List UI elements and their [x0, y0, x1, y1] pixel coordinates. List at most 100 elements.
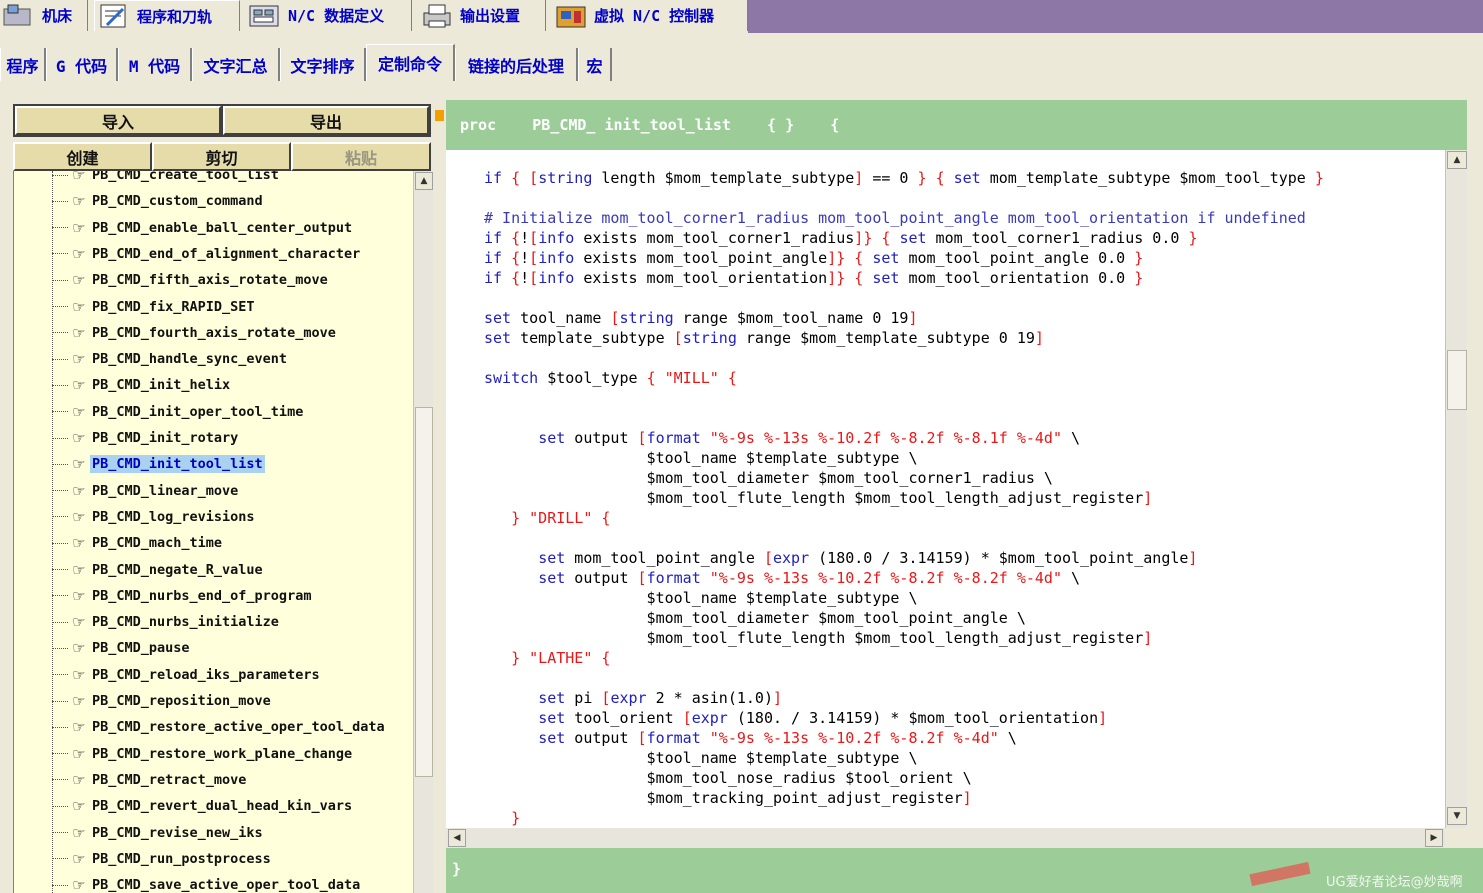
tree-item[interactable]: ☞ PB_CMD_init_helix [52, 373, 232, 397]
tree-item[interactable]: ☞ PB_CMD_pause [52, 636, 192, 660]
toolbar-filler [748, 0, 1483, 33]
tab-g-code-text: G 代码 [55, 56, 108, 76]
editor-scroll-left-button[interactable]: ◀ [448, 829, 466, 847]
tree-item[interactable]: ☞ PB_CMD_enable_ball_center_output [52, 216, 354, 240]
tab-custom-command[interactable]: 定制命令 [366, 44, 455, 81]
modified-marker [435, 110, 444, 121]
tab-g-code[interactable]: G 代码 [46, 48, 118, 81]
tree-item[interactable]: ☞ PB_CMD_nurbs_end_of_program [52, 584, 313, 608]
pointing-hand-icon: ☞ [72, 849, 86, 868]
tab-word-sequence[interactable]: 文字排序 [280, 48, 366, 81]
tab-machine[interactable]: 机床 [0, 0, 88, 31]
tree-scrollbar[interactable]: ▲ [413, 171, 433, 893]
tree-item-label: PB_CMD_negate_R_value [92, 561, 263, 578]
tree-item[interactable]: ☞ PB_CMD_reposition_move [52, 689, 273, 713]
proc-header-text: proc PB_CMD_ init_tool_list { } { [460, 116, 840, 134]
pointing-hand-icon: ☞ [72, 376, 86, 395]
custom-command-tree: ☞ PB_CMD_create_tool_list ☞ PB_CMD_custom_c… [13, 171, 414, 893]
code-text[interactable]: if { [string length $mom_template_subtyp… [484, 168, 1324, 828]
tab-word-summary[interactable]: 文字汇总 [192, 48, 280, 81]
tree-branch-line [52, 779, 68, 781]
tree-item-label: PB_CMD_revise_new_iks [92, 824, 263, 841]
tree-item-label: PB_CMD_retract_move [92, 771, 247, 788]
tree-item[interactable]: ☞ PB_CMD_run_postprocess [52, 847, 273, 871]
tree-item[interactable]: ☞ PB_CMD_fix_RAPID_SET [52, 295, 257, 319]
tab-nc-data[interactable]: N/C 数据定义 [246, 0, 412, 31]
tree-item-label: PB_CMD_pause [92, 640, 190, 657]
tree-item[interactable]: ☞ PB_CMD_create_tool_list [52, 171, 281, 187]
tab-nc-data-label: N/C 数据定义 [288, 7, 385, 25]
export-label: 导出 [309, 112, 342, 132]
tree-branch-line [52, 595, 68, 597]
tree-item[interactable]: ☞ PB_CMD_restore_active_oper_tool_data [52, 715, 387, 739]
tree-item[interactable]: ☞ PB_CMD_restore_work_plane_change [52, 742, 354, 766]
tree-branch-line [52, 805, 68, 807]
tree-branch-line [52, 832, 68, 833]
pointing-hand-icon: ☞ [72, 613, 86, 632]
tab-linked-posts[interactable]: 链接的后处理 [455, 48, 578, 81]
pointing-hand-icon: ☞ [72, 797, 86, 816]
tree-item[interactable]: ☞ PB_CMD_mach_time [52, 531, 224, 555]
tab-program-toolpath[interactable]: 程序和刀轨 [94, 0, 240, 31]
create-button[interactable]: 创建 [13, 142, 152, 171]
program-icon [97, 3, 131, 29]
tab-machine-label: 机床 [42, 7, 73, 25]
tree-item[interactable]: ☞ PB_CMD_fourth_axis_rotate_move [52, 321, 338, 345]
pointing-hand-icon: ☞ [72, 297, 86, 316]
tree-item[interactable]: ☞ PB_CMD_nurbs_initialize [52, 610, 281, 634]
tree-item-label: PB_CMD_init_tool_list [90, 455, 265, 474]
tree-item-label: PB_CMD_handle_sync_event [92, 351, 288, 368]
export-button[interactable]: 导出 [223, 106, 429, 135]
pointing-hand-icon: ☞ [72, 665, 86, 684]
tree-branch-line [52, 384, 68, 386]
tree-item[interactable]: ☞ PB_CMD_save_active_oper_tool_data [52, 873, 362, 893]
tree-branch-line [52, 753, 68, 755]
editor-vertical-scrollbar[interactable]: ▲ ▼ [1445, 150, 1467, 828]
tree-item[interactable]: ☞ PB_CMD_linear_move [52, 479, 240, 503]
import-button[interactable]: 导入 [15, 106, 221, 135]
tab-virtual-nc[interactable]: 虚拟 N/C 控制器 [552, 0, 748, 31]
editor-scroll-down-button[interactable]: ▼ [1447, 807, 1467, 825]
tab-word-summary-text: 文字汇总 [203, 56, 268, 76]
editor-scroll-right-button[interactable]: ▶ [1425, 829, 1443, 847]
printer-icon [420, 3, 454, 29]
tree-item[interactable]: ☞ PB_CMD_init_tool_list [52, 452, 265, 476]
tree-item-label: PB_CMD_init_rotary [92, 430, 239, 446]
editor-scroll-thumb[interactable] [1447, 350, 1467, 410]
code-editor[interactable]: if { [string length $mom_template_subtyp… [446, 150, 1445, 828]
tree-item-label: PB_CMD_revert_dual_head_kin_vars [92, 798, 353, 815]
pointing-hand-icon: ☞ [72, 507, 86, 526]
tree-item[interactable]: ☞ PB_CMD_reload_iks_parameters [52, 663, 322, 687]
tree-item[interactable]: ☞ PB_CMD_init_rotary [52, 426, 240, 450]
pointing-hand-icon: ☞ [72, 876, 86, 893]
tree-branch-line [52, 700, 68, 702]
tree-branch-line [52, 411, 68, 413]
tree-item[interactable]: ☞ PB_CMD_custom_command [52, 189, 265, 213]
tree-item[interactable]: ☞ PB_CMD_log_revisions [52, 505, 257, 529]
tree-scroll-thumb[interactable] [415, 407, 433, 777]
tree-item[interactable]: ☞ PB_CMD_revert_dual_head_kin_vars [52, 794, 354, 818]
tab-m-code[interactable]: M 代码 [118, 48, 192, 81]
tab-macro[interactable]: 宏 [578, 48, 612, 81]
tree-branch-line [52, 463, 68, 465]
tree-item-label: PB_CMD_nurbs_end_of_program [92, 587, 312, 604]
tree-item[interactable]: ☞ PB_CMD_init_oper_tool_time [52, 400, 305, 424]
tree-item[interactable]: ☞ PB_CMD_retract_move [52, 768, 248, 792]
editor-scroll-up-button[interactable]: ▲ [1447, 151, 1467, 169]
pointing-hand-icon: ☞ [72, 244, 86, 263]
tree-item[interactable]: ☞ PB_CMD_end_of_alignment_character [52, 242, 362, 266]
tab-program[interactable]: 程序 [0, 48, 46, 81]
tree-item[interactable]: ☞ PB_CMD_revise_new_iks [52, 821, 265, 845]
create-label: 创建 [66, 148, 99, 168]
tree-item[interactable]: ☞ PB_CMD_fifth_axis_rotate_move [52, 268, 330, 292]
tree-scroll-up-button[interactable]: ▲ [415, 172, 433, 190]
tree-item-label: PB_CMD_restore_work_plane_change [92, 745, 353, 762]
tree-item[interactable]: ☞ PB_CMD_negate_R_value [52, 558, 265, 582]
tree-branch-line [52, 174, 68, 176]
cut-button[interactable]: 剪切 [152, 142, 291, 171]
tab-output-settings[interactable]: 输出设置 [418, 0, 546, 31]
tree-item-label: PB_CMD_enable_ball_center_output [92, 219, 353, 236]
paste-button[interactable]: 粘贴 [291, 142, 431, 171]
editor-horizontal-scrollbar[interactable]: ◀ ▶ [446, 828, 1445, 848]
tree-item[interactable]: ☞ PB_CMD_handle_sync_event [52, 347, 289, 371]
